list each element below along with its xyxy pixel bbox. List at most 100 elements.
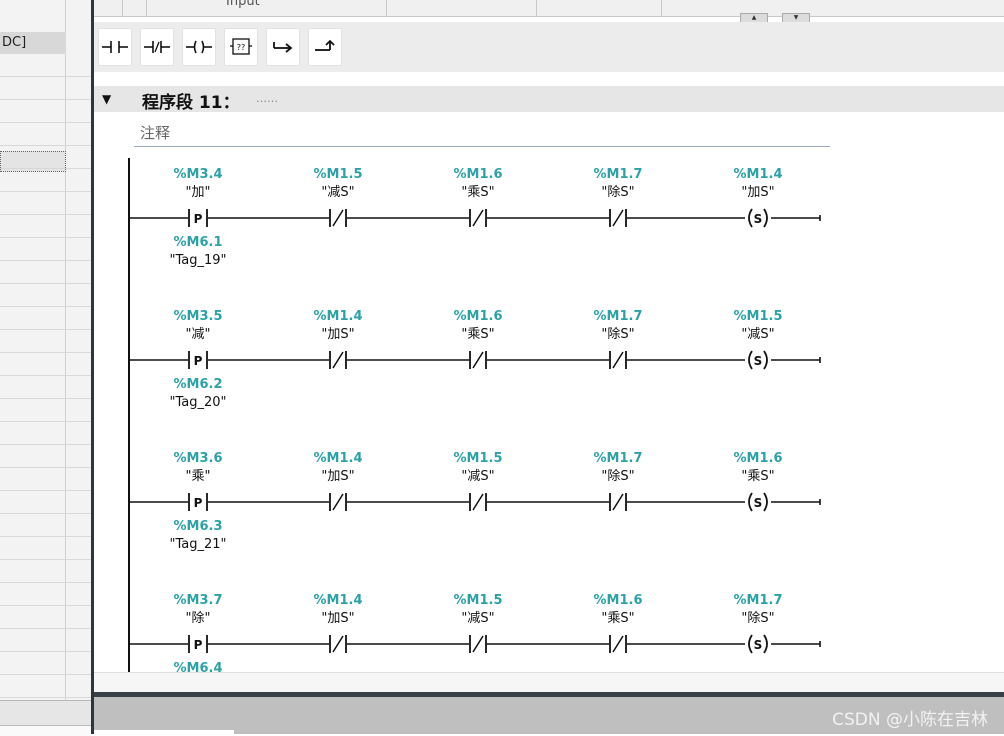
nc-contact-address: %M1.4: [314, 593, 363, 608]
close-branch-icon: [315, 39, 335, 51]
nc-contact-tag: "除S": [601, 185, 634, 200]
open-branch-icon: [273, 42, 293, 53]
tree-row[interactable]: [0, 537, 91, 560]
nc-contact-tag: "加S": [321, 327, 354, 342]
inspector-bar: CSDN @小陈在吉林: [94, 697, 1004, 734]
nc-contact-tag: "乘S": [601, 611, 634, 626]
empty-box-label: ??: [237, 43, 246, 52]
nc-contact-address: %M1.4: [314, 451, 363, 466]
tree-row[interactable]: [0, 514, 91, 537]
tree-row[interactable]: [0, 445, 91, 468]
tree-row[interactable]: [0, 238, 91, 261]
edge-memory-address: %M6.1: [174, 235, 223, 250]
insert-coil-button[interactable]: [182, 28, 216, 66]
normally-open-contact-icon: [102, 41, 128, 53]
close-branch-button[interactable]: [308, 28, 342, 66]
editor-horizontal-scroll[interactable]: [94, 672, 1004, 693]
tree-row[interactable]: [0, 376, 91, 399]
empty-box-icon: ??: [230, 38, 252, 55]
set-coil-symbol: S: [754, 496, 763, 510]
interface-type-cell[interactable]: [386, 0, 537, 16]
p-contact-tag: "加": [186, 185, 211, 200]
open-branch-button[interactable]: [266, 28, 300, 66]
tree-row[interactable]: [0, 468, 91, 491]
p-contact-address: %M3.4: [174, 167, 223, 182]
nc-contact-tag: "乘S": [461, 327, 494, 342]
set-coil-address: %M1.7: [734, 593, 783, 608]
nc-contact-address: %M1.5: [314, 167, 363, 182]
nc-contact-address: %M1.5: [454, 451, 503, 466]
interface-default-cell[interactable]: [536, 0, 662, 16]
normally-closed-contact-icon: [144, 41, 170, 53]
tree-row[interactable]: [0, 629, 91, 652]
tree-row[interactable]: [0, 606, 91, 629]
insert-no-contact-button[interactable]: [98, 28, 132, 66]
footer-tab-strip: [94, 730, 234, 734]
tree-row[interactable]: [0, 261, 91, 284]
left-panel-footer: [0, 700, 91, 736]
block-interface-strip: Input: [94, 0, 1004, 17]
tree-row[interactable]: [0, 192, 91, 215]
tree-row[interactable]: [0, 560, 91, 583]
tree-row[interactable]: [0, 652, 91, 675]
edge-memory-address: %M6.3: [174, 519, 223, 534]
nc-contact-tag: "减S": [321, 185, 354, 200]
left-panel-scrollbar[interactable]: [0, 725, 91, 736]
edge-memory-tag: "Tag_19": [169, 253, 226, 268]
nc-contact-tag: "除S": [601, 327, 634, 342]
p-contact-tag: "除": [186, 611, 211, 626]
tree-row[interactable]: [0, 123, 91, 146]
tree-row[interactable]: [0, 284, 91, 307]
tree-row[interactable]: [0, 675, 91, 698]
tree-column-label: DC]: [0, 32, 66, 54]
insert-empty-box-button[interactable]: ??: [224, 28, 258, 66]
ladder-toolbar: ??: [94, 22, 1004, 72]
tree-row[interactable]: [0, 399, 91, 422]
nc-contact-tag: "除S": [601, 469, 634, 484]
tree-row[interactable]: [0, 353, 91, 376]
p-contact-symbol: P: [194, 496, 203, 510]
p-contact-tag: "减": [186, 327, 211, 342]
set-coil-tag: "乘S": [741, 469, 774, 484]
tree-row[interactable]: [0, 54, 91, 77]
set-coil-address: %M1.5: [734, 309, 783, 324]
tree-row[interactable]: [0, 77, 91, 100]
nc-contact-address: %M1.7: [594, 451, 643, 466]
nc-contact-tag: "减S": [461, 611, 494, 626]
set-coil-symbol: S: [754, 354, 763, 368]
tree-row[interactable]: [0, 215, 91, 238]
nc-contact-address: %M1.6: [594, 593, 643, 608]
edge-memory-address: %M6.2: [174, 377, 223, 392]
nc-contact-address: %M1.4: [314, 309, 363, 324]
set-coil-symbol: S: [754, 212, 763, 226]
set-coil-symbol: S: [754, 638, 763, 652]
p-contact-address: %M3.7: [174, 593, 223, 608]
interface-cell: [94, 0, 123, 16]
tree-row[interactable]: [0, 422, 91, 445]
edge-memory-address: %M6.4: [174, 661, 223, 672]
ladder-editor: ▼ 程序段 11： …… 注释 P %M3.4 "加" %M6.1 "Tag_19" %M…: [94, 72, 1004, 672]
p-contact-symbol: P: [194, 638, 203, 652]
set-coil-address: %M1.6: [734, 451, 783, 466]
tree-row[interactable]: [0, 491, 91, 514]
set-coil-tag: "减S": [741, 327, 774, 342]
nc-contact-address: %M1.7: [594, 309, 643, 324]
tree-row[interactable]: [0, 583, 91, 606]
interface-name-cell[interactable]: Input: [146, 0, 387, 16]
nc-contact-address: %M1.7: [594, 167, 643, 182]
project-tree-panel: DC]: [0, 0, 92, 736]
tree-row[interactable]: [0, 169, 91, 192]
watermark: CSDN @小陈在吉林: [832, 710, 988, 730]
tree-row[interactable]: [0, 330, 91, 353]
nc-contact-address: %M1.6: [454, 309, 503, 324]
insert-nc-contact-button[interactable]: [140, 28, 174, 66]
tree-row[interactable]: [0, 307, 91, 330]
interface-input-label: Input: [226, 0, 260, 9]
tree-row[interactable]: [0, 100, 91, 123]
edge-memory-tag: "Tag_20": [169, 395, 226, 410]
set-coil-address: %M1.4: [734, 167, 783, 182]
nc-contact-address: %M1.6: [454, 167, 503, 182]
tree-row[interactable]: [0, 146, 91, 169]
ladder-diagram: P %M3.4 "加" %M6.1 "Tag_19" %M1.5 "减S" %M1.6 "乘S"…: [128, 158, 821, 672]
nc-contact-tag: "加S": [321, 611, 354, 626]
